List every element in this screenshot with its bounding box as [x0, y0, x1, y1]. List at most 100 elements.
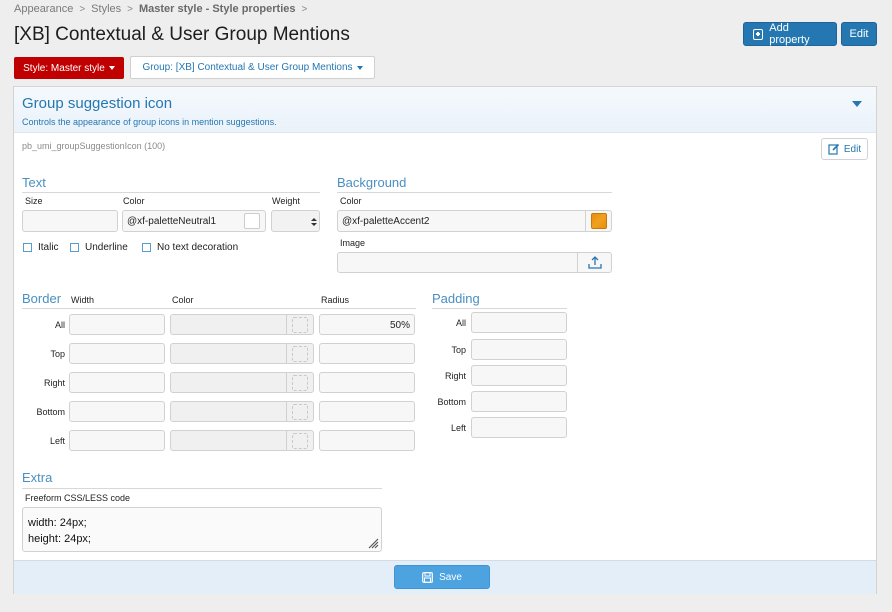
page-title: [XB] Contextual & User Group Mentions: [14, 24, 350, 45]
border-color-swatch[interactable]: [292, 316, 308, 333]
border-color-swatch[interactable]: [292, 403, 308, 420]
extra-code-value: width: 24px; height: 24px;: [28, 517, 91, 545]
border-row-label: Bottom: [36, 407, 65, 417]
border-radius-value: [320, 344, 414, 354]
input-divider: [286, 402, 287, 421]
extra-code-textarea[interactable]: width: 24px; height: 24px;: [22, 507, 382, 552]
italic-checkbox[interactable]: [23, 243, 32, 252]
border-color-swatch[interactable]: [292, 374, 308, 391]
text-color-input[interactable]: @xf-paletteNeutral1: [122, 210, 266, 232]
background-color-value: @xf-paletteAccent2: [342, 216, 430, 227]
border-color-input[interactable]: [170, 401, 314, 422]
border-width-input[interactable]: [69, 430, 165, 451]
border-color-label: Color: [172, 295, 194, 305]
text-color-swatch[interactable]: [244, 213, 260, 229]
group-filter-label: Group: [XB] Contextual & User Group Ment…: [142, 62, 353, 73]
breadcrumb-appearance[interactable]: Appearance: [14, 3, 73, 15]
property-edit-label: Edit: [843, 143, 862, 155]
edit-label: Edit: [849, 28, 869, 40]
border-width-input[interactable]: [69, 343, 165, 364]
padding-row-label: All: [455, 318, 466, 328]
padding-input[interactable]: [471, 339, 567, 360]
border-row-label: Left: [49, 436, 65, 446]
background-image-input[interactable]: [337, 252, 612, 273]
breadcrumb-styles[interactable]: Styles: [91, 3, 121, 15]
text-no-decoration-option[interactable]: No text decoration: [142, 242, 238, 253]
text-size-label: Size: [25, 196, 43, 206]
text-section-divider: [22, 192, 320, 193]
resize-grip-icon[interactable]: [367, 537, 379, 549]
upload-image-icon[interactable]: [588, 256, 602, 269]
property-header[interactable]: Group suggestion icon Controls the appea…: [14, 87, 876, 133]
border-radius-input[interactable]: [319, 372, 415, 393]
border-width-input[interactable]: [69, 401, 165, 422]
border-width-input[interactable]: [69, 314, 165, 335]
extra-section-title: Extra: [22, 470, 53, 485]
text-section-title: Text: [22, 175, 46, 190]
no-decoration-checkbox[interactable]: [142, 243, 151, 252]
border-radius-label: Radius: [321, 295, 350, 305]
input-divider: [286, 344, 287, 363]
border-color-swatch[interactable]: [292, 432, 308, 449]
save-button[interactable]: Save: [394, 565, 490, 589]
border-radius-input[interactable]: 50%: [319, 314, 415, 335]
border-width-value: [70, 431, 164, 441]
property-id: pb_umi_groupSuggestionIcon (100): [22, 141, 166, 151]
style-filter-label: Style: Master style: [23, 62, 105, 74]
property-description: Controls the appearance of group icons i…: [22, 117, 277, 127]
breadcrumb-master-style[interactable]: Master style - Style properties: [139, 3, 296, 15]
border-color-input[interactable]: [170, 343, 314, 364]
property-block: Group suggestion icon Controls the appea…: [13, 86, 877, 594]
group-filter-button[interactable]: Group: [XB] Contextual & User Group Ment…: [130, 56, 375, 79]
italic-label: Italic: [38, 242, 59, 253]
padding-row-label: Bottom: [437, 397, 466, 407]
background-color-input[interactable]: @xf-paletteAccent2: [337, 210, 612, 232]
text-underline-option[interactable]: Underline: [70, 242, 128, 253]
text-color-label: Color: [123, 196, 145, 206]
padding-row-label: Top: [451, 345, 466, 355]
border-color-input[interactable]: [170, 430, 314, 451]
breadcrumb-separator: >: [127, 3, 133, 15]
padding-input[interactable]: [471, 312, 567, 333]
text-size-input[interactable]: [22, 210, 118, 232]
border-width-value: [70, 344, 164, 354]
text-italic-option[interactable]: Italic: [23, 242, 59, 253]
padding-value: [472, 366, 566, 376]
border-section-divider: [22, 308, 416, 309]
padding-section-title: Padding: [432, 291, 480, 306]
padding-row-label: Left: [450, 423, 466, 433]
border-radius-input[interactable]: [319, 343, 415, 364]
plus-icon: [753, 28, 764, 40]
input-divider: [585, 211, 586, 231]
border-row-label: Right: [43, 378, 65, 388]
background-section-divider: [337, 192, 612, 193]
property-title: Group suggestion icon: [22, 95, 173, 112]
property-edit-button[interactable]: Edit: [821, 138, 868, 160]
input-divider: [577, 253, 578, 272]
padding-input[interactable]: [471, 391, 567, 412]
border-width-value: [70, 315, 164, 325]
padding-input[interactable]: [471, 417, 567, 438]
border-width-value: [70, 402, 164, 412]
border-color-swatch[interactable]: [292, 345, 308, 362]
border-radius-value: [320, 373, 414, 383]
background-image-label: Image: [340, 238, 366, 248]
border-radius-input[interactable]: [319, 401, 415, 422]
underline-label: Underline: [85, 242, 128, 253]
edit-button[interactable]: Edit: [841, 22, 877, 46]
text-weight-select[interactable]: [271, 210, 320, 232]
breadcrumb: Appearance > Styles > Master style - Sty…: [14, 3, 307, 15]
style-filter-button[interactable]: Style: Master style: [14, 57, 124, 79]
background-color-swatch[interactable]: [591, 213, 607, 229]
add-property-button[interactable]: Add property: [743, 22, 837, 46]
border-radius-input[interactable]: [319, 430, 415, 451]
collapse-caret-icon[interactable]: [852, 101, 862, 107]
edit-pencil-icon: [828, 143, 839, 155]
border-color-input[interactable]: [170, 372, 314, 393]
underline-checkbox[interactable]: [70, 243, 79, 252]
padding-input[interactable]: [471, 365, 567, 386]
select-arrows-icon: [311, 218, 317, 226]
border-row-label: Top: [50, 349, 65, 359]
border-width-input[interactable]: [69, 372, 165, 393]
border-color-input[interactable]: [170, 314, 314, 335]
